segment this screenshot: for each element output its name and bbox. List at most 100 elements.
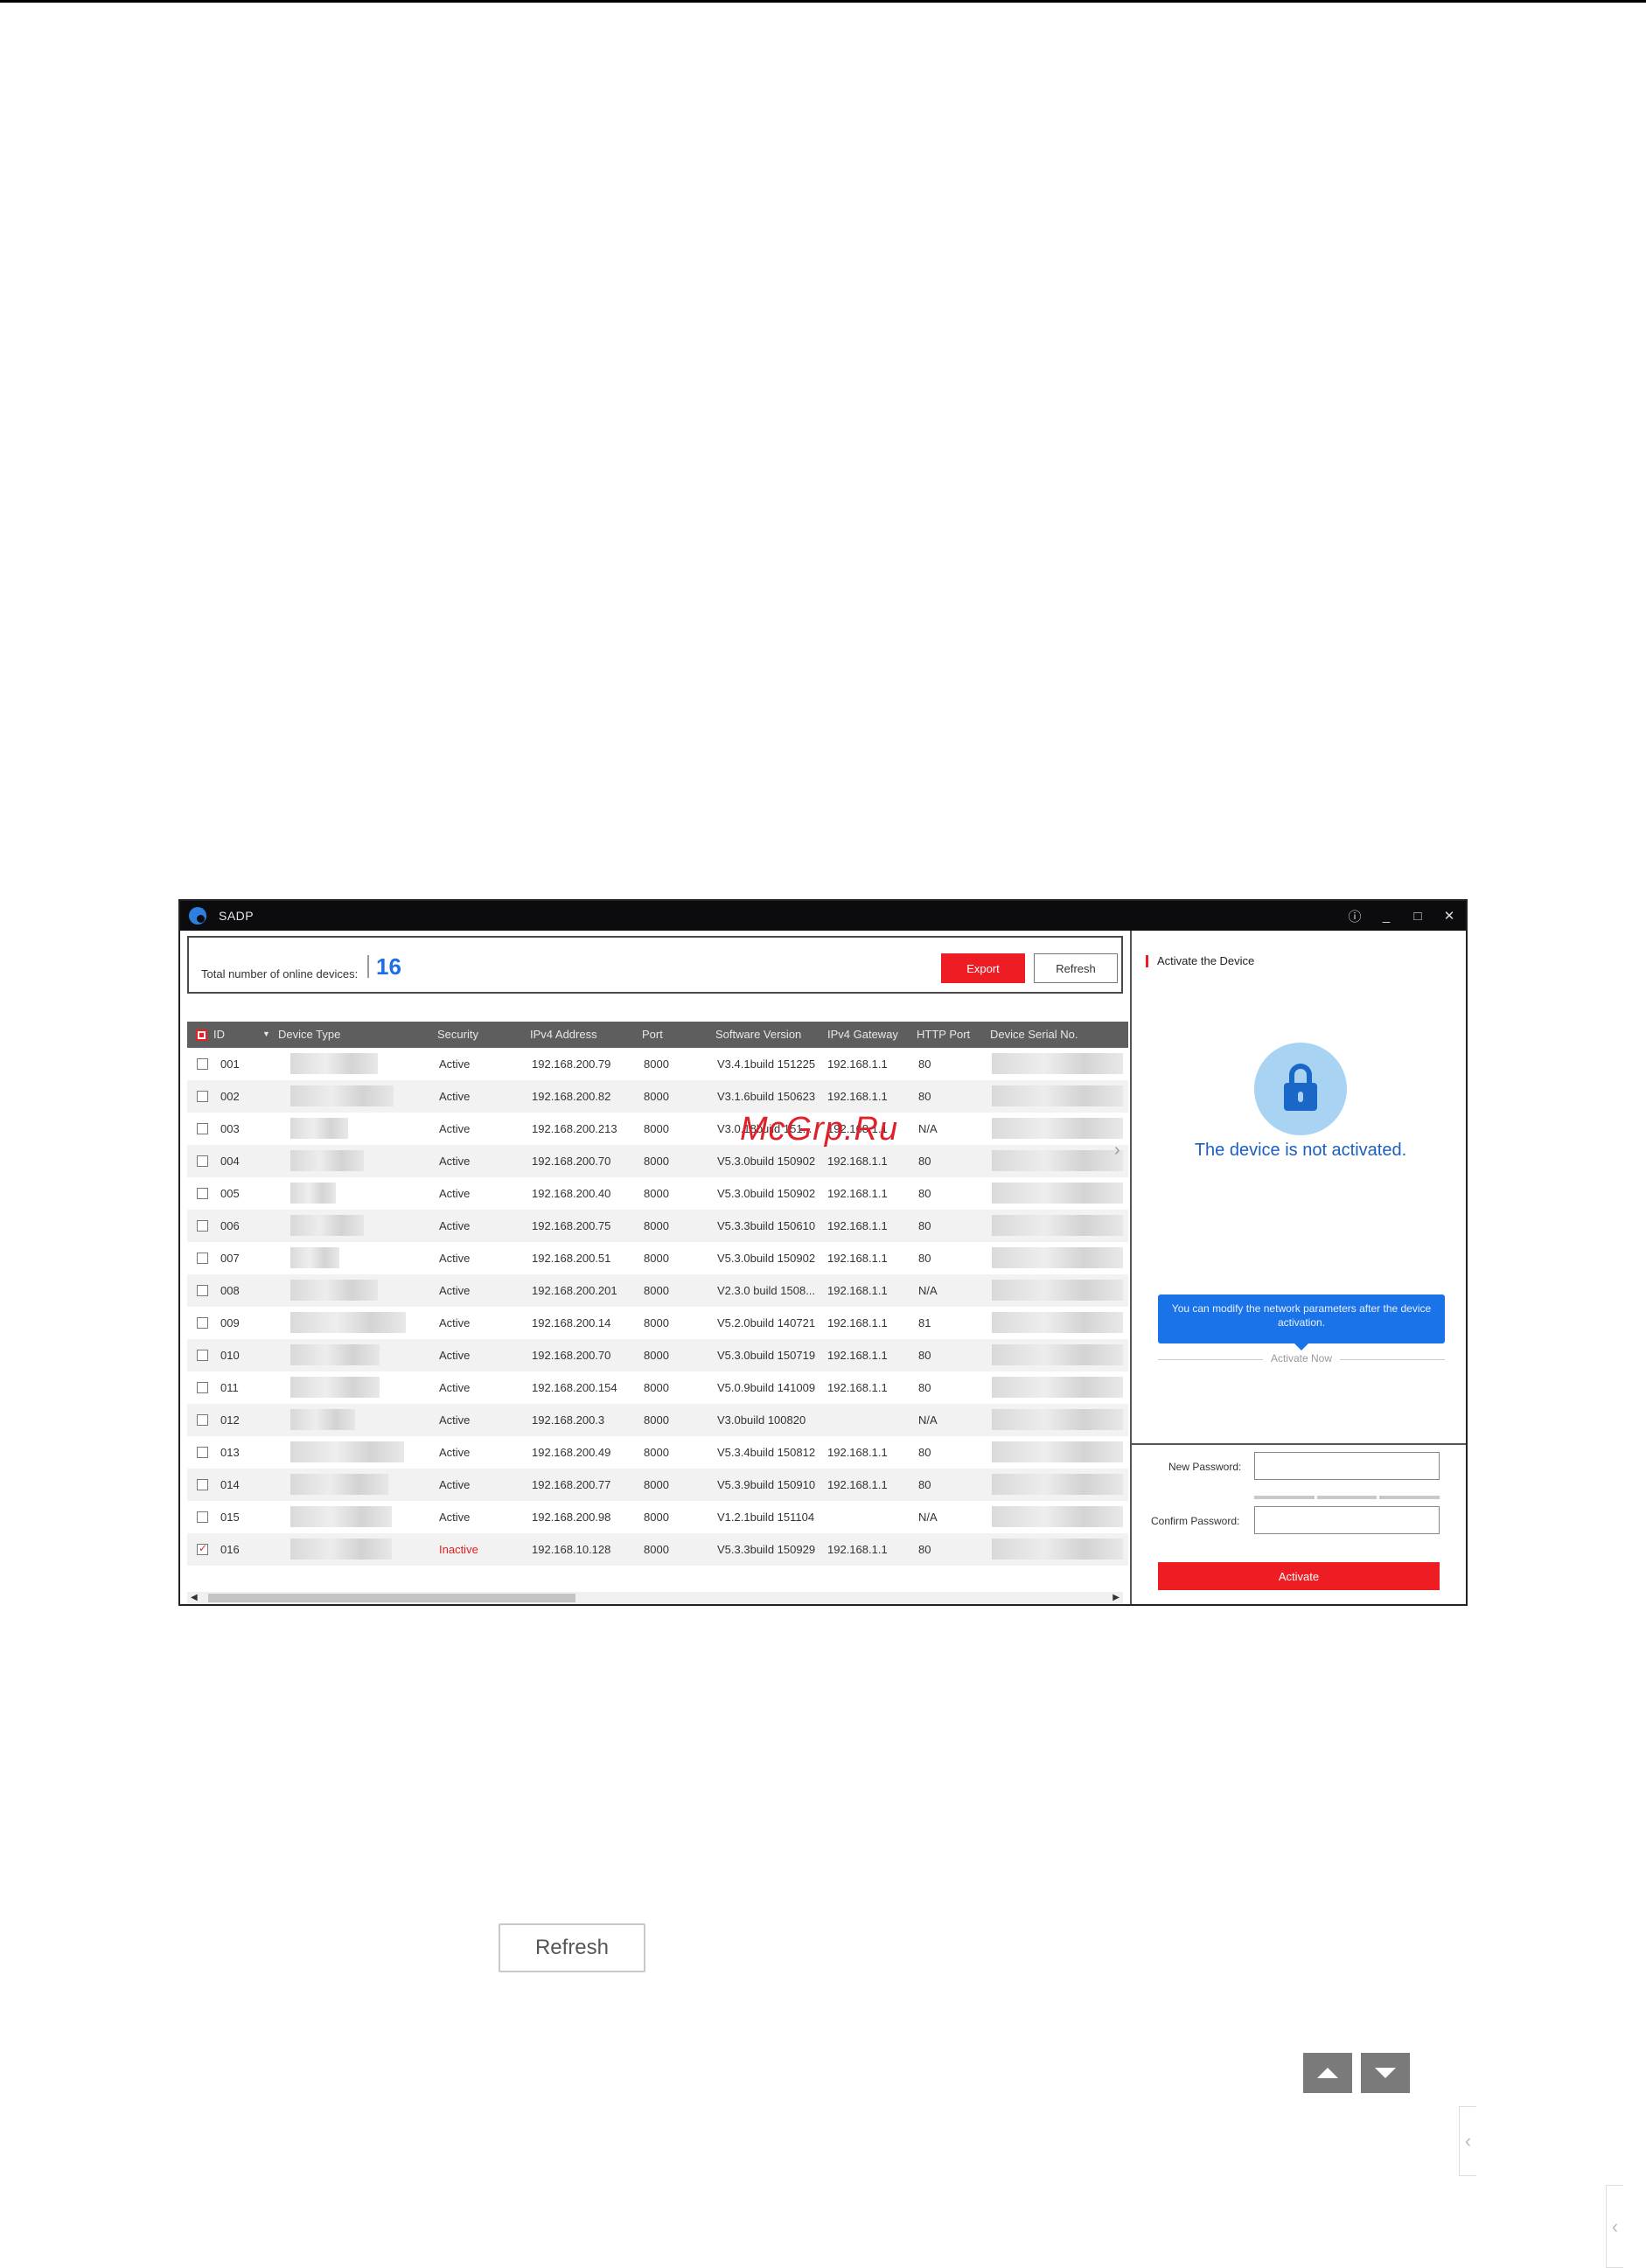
cell-version: V5.3.0build 150719 <box>717 1349 816 1362</box>
collapse-pane-icon[interactable]: › <box>1114 1141 1128 1193</box>
scroll-right-icon[interactable]: ▶ <box>1112 1593 1119 1602</box>
cell-ip: 192.168.200.154 <box>532 1381 617 1394</box>
row-checkbox[interactable] <box>197 1511 208 1523</box>
table-row[interactable]: 003 Active 192.168.200.213 8000 V3.0.18build… <box>187 1113 1128 1145</box>
cell-security: Active <box>439 1187 471 1200</box>
cell-id: 016 <box>220 1543 240 1556</box>
row-checkbox[interactable] <box>197 1058 208 1070</box>
activate-button[interactable]: Activate <box>1158 1562 1440 1590</box>
cell-id: 001 <box>220 1057 240 1071</box>
cell-http: 80 <box>918 1478 931 1491</box>
refresh-button-large[interactable]: Refresh <box>499 1923 645 1972</box>
table-row[interactable]: 008 Active 192.168.200.201 8000 V2.3.0 build… <box>187 1274 1128 1307</box>
table-row[interactable]: 010 Active 192.168.200.70 8000 V5.3.0build 1… <box>187 1339 1128 1371</box>
table-row[interactable]: 005 Active 192.168.200.40 8000 V5.3.0build 1… <box>187 1177 1128 1210</box>
side-tab-icon-lower[interactable]: ‹ <box>1606 2185 1623 2268</box>
column-header-software-version[interactable]: Software Version <box>715 1028 801 1041</box>
close-icon[interactable]: ✕ <box>1441 908 1457 924</box>
table-row[interactable]: 011 Active 192.168.200.154 8000 V5.0.9build … <box>187 1371 1128 1404</box>
cell-security: Active <box>439 1413 471 1427</box>
row-checkbox[interactable] <box>197 1220 208 1232</box>
scroll-left-icon[interactable]: ◀ <box>191 1593 198 1602</box>
cell-security: Active <box>439 1478 471 1491</box>
device-type-redacted <box>290 1183 336 1204</box>
cell-security: Active <box>439 1284 471 1297</box>
table-row[interactable]: 013 Active 192.168.200.49 8000 V5.3.4build 1… <box>187 1436 1128 1469</box>
title-bar[interactable]: SADP ⓘ _ □ ✕ <box>180 901 1466 931</box>
top-rule <box>0 0 1646 3</box>
select-all-checkbox[interactable] <box>196 1029 207 1041</box>
column-header-security[interactable]: Security <box>437 1028 478 1041</box>
device-type-redacted <box>290 1539 392 1560</box>
serial-redacted <box>992 1441 1123 1462</box>
cell-port: 8000 <box>644 1543 669 1556</box>
column-header-http-port[interactable]: HTTP Port <box>917 1028 970 1041</box>
cell-version: V5.3.4build 150812 <box>717 1446 816 1459</box>
table-row[interactable]: 012 Active 192.168.200.3 8000 V3.0build 1008… <box>187 1404 1128 1436</box>
cell-security: Active <box>439 1316 471 1329</box>
info-icon[interactable]: ⓘ <box>1347 907 1363 925</box>
row-checkbox[interactable] <box>197 1123 208 1134</box>
scrollbar-thumb[interactable] <box>208 1594 575 1602</box>
refresh-button[interactable]: Refresh <box>1034 953 1118 983</box>
cell-security: Active <box>439 1446 471 1459</box>
cell-id: 012 <box>220 1413 240 1427</box>
summary-bar: Total number of online devices: 16 Expor… <box>187 936 1123 994</box>
confirm-password-label: Confirm Password: <box>1151 1515 1240 1527</box>
column-header-port[interactable]: Port <box>642 1028 663 1041</box>
table-row[interactable]: 009 Active 192.168.200.14 8000 V5.2.0build 1… <box>187 1307 1128 1339</box>
scroll-down-button[interactable] <box>1361 2053 1410 2093</box>
cell-port: 8000 <box>644 1252 669 1265</box>
scroll-up-button[interactable] <box>1303 2053 1352 2093</box>
table-row[interactable]: 004 Active 192.168.200.70 8000 V5.3.0build 1… <box>187 1145 1128 1177</box>
column-header-serial-no[interactable]: Device Serial No. <box>990 1028 1078 1041</box>
table-row[interactable]: 007 Active 192.168.200.51 8000 V5.3.0build 1… <box>187 1242 1128 1274</box>
column-header-device-type[interactable]: Device Type <box>278 1028 340 1041</box>
confirm-password-input[interactable] <box>1254 1506 1440 1534</box>
row-checkbox[interactable] <box>197 1188 208 1199</box>
row-checkbox[interactable] <box>197 1447 208 1458</box>
device-type-redacted <box>290 1118 348 1139</box>
table-row[interactable]: 001 Active 192.168.200.79 8000 V3.4.1build 1… <box>187 1048 1128 1080</box>
table-row[interactable]: 016 Inactive 192.168.10.128 8000 V5.3.3build… <box>187 1533 1128 1566</box>
table-row[interactable]: 014 Active 192.168.200.77 8000 V5.3.9build 1… <box>187 1469 1128 1501</box>
table-row[interactable]: 015 Active 192.168.200.98 8000 V1.2.1build 1… <box>187 1501 1128 1533</box>
row-checkbox[interactable] <box>197 1253 208 1264</box>
summary-separator <box>367 955 369 978</box>
column-header-id[interactable]: ID <box>213 1028 225 1041</box>
new-password-input[interactable] <box>1254 1452 1440 1480</box>
online-devices-label: Total number of online devices: <box>201 967 359 980</box>
row-checkbox[interactable] <box>197 1414 208 1426</box>
table-header: ID ▼ Device Type Security IPv4 Address P… <box>187 1022 1128 1048</box>
export-button[interactable]: Export <box>941 953 1025 983</box>
cell-version: V3.1.6build 150623 <box>717 1090 816 1103</box>
window-title: SADP <box>219 909 255 923</box>
cell-version: V2.3.0 build 1508... <box>717 1284 816 1297</box>
device-type-redacted <box>290 1474 388 1495</box>
sadp-window: SADP ⓘ _ □ ✕ Total number of online devi… <box>178 899 1468 1606</box>
side-tab-icon[interactable]: ‹ <box>1459 2106 1476 2176</box>
cell-http: 80 <box>918 1543 931 1556</box>
activate-panel: Activate the Device The device is not ac… <box>1130 931 1466 1604</box>
row-checkbox[interactable] <box>197 1479 208 1490</box>
horizontal-scrollbar[interactable]: ◀ ▶ <box>187 1592 1123 1604</box>
table-row[interactable]: 006 Active 192.168.200.75 8000 V5.3.3build 1… <box>187 1210 1128 1242</box>
sort-desc-icon[interactable]: ▼ <box>262 1029 270 1038</box>
row-checkbox[interactable] <box>197 1091 208 1102</box>
maximize-icon[interactable]: □ <box>1410 909 1426 924</box>
cell-port: 8000 <box>644 1057 669 1071</box>
row-checkbox[interactable] <box>197 1155 208 1167</box>
device-list-pane: Total number of online devices: 16 Expor… <box>180 931 1128 1604</box>
column-header-ipv4-address[interactable]: IPv4 Address <box>530 1028 597 1041</box>
row-checkbox[interactable] <box>197 1317 208 1329</box>
column-header-ipv4-gateway[interactable]: IPv4 Gateway <box>827 1028 898 1041</box>
cell-http: 80 <box>918 1381 931 1394</box>
table-row[interactable]: 002 Active 192.168.200.82 8000 V3.1.6build 1… <box>187 1080 1128 1113</box>
minimize-icon[interactable]: _ <box>1378 909 1394 924</box>
row-checkbox[interactable] <box>197 1350 208 1361</box>
row-checkbox[interactable] <box>197 1542 208 1555</box>
row-checkbox[interactable] <box>197 1285 208 1296</box>
cell-security: Active <box>439 1155 471 1168</box>
serial-redacted <box>992 1183 1123 1204</box>
row-checkbox[interactable] <box>197 1382 208 1393</box>
